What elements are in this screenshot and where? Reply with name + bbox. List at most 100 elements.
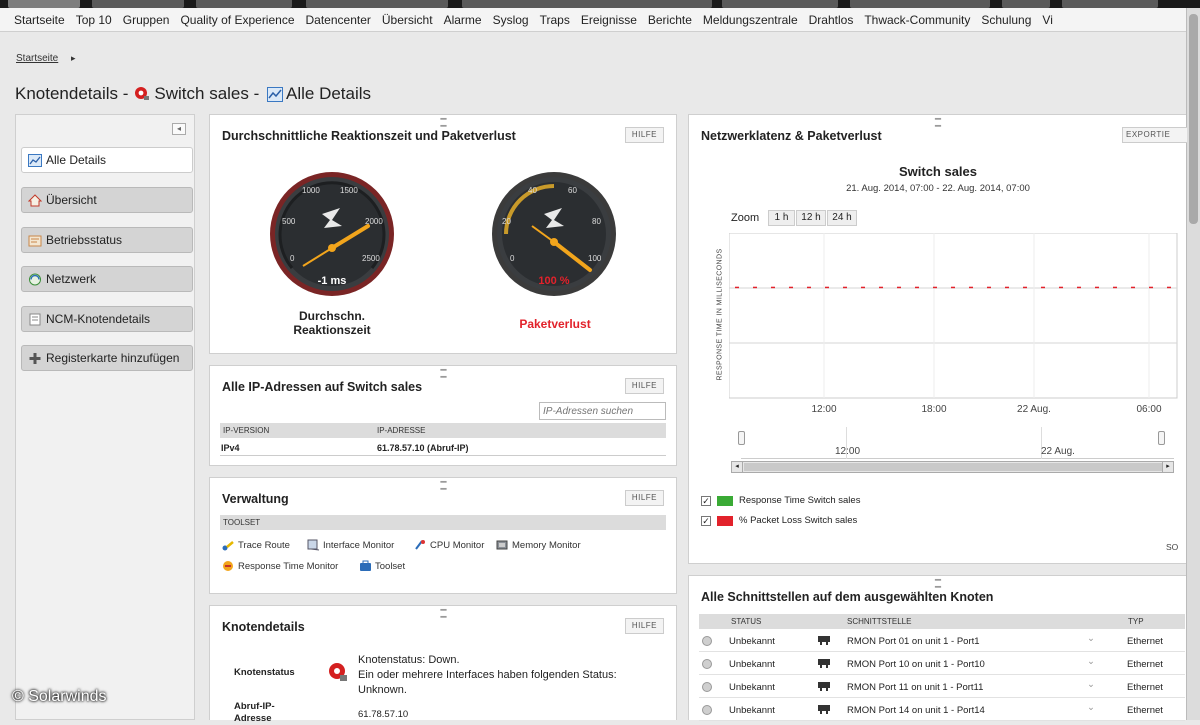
label-line: Abruf-IP- (234, 701, 275, 712)
interface-name[interactable]: RMON Port 10 on unit 1 - Port10 (847, 659, 985, 670)
scroll-thumb[interactable] (744, 463, 1162, 471)
status-line: Knotenstatus: Down. (358, 654, 460, 666)
toolset-link[interactable]: Toolset (359, 560, 405, 572)
navigator-scrollbar[interactable]: ◂ ▸ (731, 461, 1174, 473)
chevron-down-icon[interactable]: ⌄ (1087, 702, 1095, 713)
interface-name[interactable]: RMON Port 14 on unit 1 - Port14 (847, 705, 985, 716)
tab-label: Netzwerk (46, 272, 97, 286)
page-scrollbar[interactable] (1186, 8, 1200, 720)
tab-ncm-knotendetails[interactable]: NCM-Knotendetails (21, 306, 193, 332)
interface-status: Unbekannt (729, 682, 775, 693)
collapse-sidebar-button[interactable]: ◂ (172, 123, 186, 135)
nav-item[interactable]: Traps (540, 13, 570, 27)
tab-netzwerk[interactable]: Netzwerk (21, 266, 193, 292)
interface-name[interactable]: RMON Port 01 on unit 1 - Port1 (847, 636, 980, 647)
drag-handle-icon[interactable]: ▪▪▪▪ ▪▪▪▪ (434, 607, 452, 621)
x-axis-tick: 06:00 (1136, 404, 1161, 415)
nav-item[interactable]: Übersicht (382, 13, 433, 27)
gauge-tick: 1500 (340, 186, 358, 195)
drag-handle-icon[interactable]: ▪▪▪▪ ▪▪▪▪ (929, 577, 947, 591)
help-button[interactable]: HILFE (624, 618, 664, 634)
zoom-label: Zoom (731, 212, 760, 224)
tab-uebersicht[interactable]: Übersicht (21, 187, 193, 213)
nav-item[interactable]: Syslog (493, 13, 529, 27)
zoom-1h-button[interactable]: 1 h (768, 210, 795, 226)
legend-item-response-time[interactable]: ✓ Response Time Switch sales (701, 495, 860, 506)
scroll-left-icon[interactable]: ◂ (732, 462, 743, 472)
help-button[interactable]: HILFE (624, 378, 664, 394)
gauge-tick: 20 (502, 217, 511, 226)
poll-ip-value: 61.78.57.10 (358, 709, 409, 720)
nav-item[interactable]: Quality of Experience (180, 13, 294, 27)
interface-name[interactable]: RMON Port 11 on unit 1 - Port11 (847, 682, 983, 693)
memory-monitor-link[interactable]: Memory Monitor (496, 539, 581, 551)
nav-item[interactable]: Startseite (14, 13, 65, 27)
interface-type: Ethernet (1127, 659, 1163, 670)
nav-item[interactable]: Thwack-Community (864, 13, 970, 27)
export-button[interactable]: EXPORTIE (1122, 127, 1187, 143)
interface-monitor-icon (307, 539, 320, 551)
tab-label: Betriebsstatus (46, 233, 123, 247)
table-row[interactable]: Unbekannt RMON Port 01 on unit 1 - Port1 ⌄… (699, 630, 1185, 652)
nav-item[interactable]: Meldungszentrale (703, 13, 798, 27)
chevron-down-icon[interactable]: ⌄ (1087, 656, 1095, 667)
scrollbar-thumb[interactable] (1189, 14, 1198, 224)
table-row[interactable]: Unbekannt RMON Port 14 on unit 1 - Port14… (699, 699, 1185, 721)
management-panel: ▪▪▪▪ ▪▪▪▪ Verwaltung HILFE TOOLSET Trace … (209, 477, 677, 594)
navigator-handle-left[interactable] (738, 431, 745, 445)
ip-version: IPv4 (221, 443, 240, 453)
breadcrumb-home[interactable]: Startseite (16, 53, 58, 64)
nav-item[interactable]: Ereignisse (581, 13, 637, 27)
packet-loss-label: Paketverlust (519, 317, 591, 331)
drag-handle-icon[interactable]: ▪▪▪▪ ▪▪▪▪ (434, 116, 452, 130)
help-button[interactable]: HILFE (624, 127, 664, 143)
source-link[interactable]: SO (1166, 542, 1178, 552)
label-line: Adresse (234, 713, 272, 724)
nav-item[interactable]: Datencenter (306, 13, 371, 27)
nav-item[interactable]: Gruppen (123, 13, 170, 27)
status-line: Ein oder mehrere Interfaces haben folgen… (358, 669, 617, 681)
nav-item[interactable]: Drahtlos (809, 13, 854, 27)
chevron-down-icon[interactable]: ⌄ (1087, 633, 1095, 644)
tab-label: Übersicht (46, 193, 97, 207)
tab-betriebsstatus[interactable]: Betriebsstatus (21, 227, 193, 253)
tab-alle-details[interactable]: Alle Details (21, 147, 193, 173)
interface-monitor-link[interactable]: Interface Monitor (307, 539, 394, 551)
packet-loss-gauge: 0 20 40 60 80 100 100 % (492, 172, 616, 296)
nav-item[interactable]: Alarme (444, 13, 482, 27)
legend-item-packet-loss[interactable]: ✓ % Packet Loss Switch sales (701, 515, 857, 526)
nav-item[interactable]: Top 10 (76, 13, 112, 27)
tab-label: Alle Details (46, 153, 107, 167)
network-latency-panel: ▪▪▪▪ ▪▪▪▪ Netzwerklatenz & Paketverlust E… (688, 114, 1187, 564)
help-button[interactable]: HILFE (624, 490, 664, 506)
nav-item[interactable]: Vi (1042, 13, 1052, 27)
gauge-tick: 100 (588, 254, 602, 263)
table-row: IPv4 61.78.57.10 (Abruf-IP) (220, 440, 666, 456)
legend-checkbox[interactable]: ✓ (701, 515, 711, 526)
gauge-tick: 2500 (362, 254, 380, 263)
legend-checkbox[interactable]: ✓ (701, 495, 711, 506)
table-row[interactable]: Unbekannt RMON Port 10 on unit 1 - Port10… (699, 653, 1185, 675)
drag-handle-icon[interactable]: ▪▪▪▪ ▪▪▪▪ (929, 116, 947, 130)
nav-item[interactable]: Berichte (648, 13, 692, 27)
nav-item[interactable]: Schulung (981, 13, 1031, 27)
drag-handle-icon[interactable]: ▪▪▪▪ ▪▪▪▪ (434, 479, 452, 493)
table-row[interactable]: Unbekannt RMON Port 11 on unit 1 - Port11… (699, 676, 1185, 698)
navigator-handle-right[interactable] (1158, 431, 1165, 445)
response-time-monitor-link[interactable]: Response Time Monitor (222, 560, 338, 572)
drag-handle-icon[interactable]: ▪▪▪▪ ▪▪▪▪ (434, 367, 452, 381)
zoom-24h-button[interactable]: 24 h (827, 210, 857, 226)
chart-subtitle: 21. Aug. 2014, 07:00 - 22. Aug. 2014, 07… (846, 183, 1030, 194)
cpu-monitor-link[interactable]: CPU Monitor (414, 539, 484, 551)
column-header: STATUS (731, 617, 762, 626)
toolset-header: TOOLSET (220, 515, 666, 530)
tab-registerkarte-hinzufuegen[interactable]: Registerkarte hinzufügen (21, 345, 193, 371)
chevron-down-icon[interactable]: ⌄ (1087, 679, 1095, 690)
zoom-12h-button[interactable]: 12 h (796, 210, 826, 226)
scroll-right-icon[interactable]: ▸ (1162, 462, 1173, 472)
ip-search-input[interactable] (539, 402, 666, 420)
trace-route-link[interactable]: Trace Route (222, 539, 290, 551)
ethernet-port-icon (818, 636, 830, 645)
node-status-label: Knotenstatus (234, 667, 295, 678)
panel-title: Alle IP-Adressen auf Switch sales (222, 380, 423, 394)
